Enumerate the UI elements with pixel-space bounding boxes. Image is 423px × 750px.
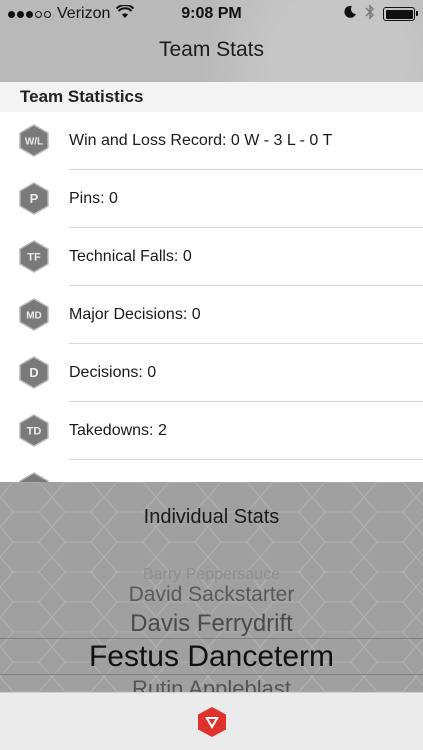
picker-title: Individual Stats [143,506,280,528]
picker-option[interactable]: Rutin Appleblast [0,676,423,692]
status-bar: Verizon 9:08 PM [0,0,423,28]
svg-text:TD: TD [27,426,42,438]
stat-label: Pins: 0 [69,190,118,207]
signal-strength-icon [8,10,51,18]
svg-text:W/L: W/L [25,137,43,148]
page-title: Team Stats [158,38,265,61]
svg-text:P: P [30,191,39,206]
takedowns-badge-icon: TD [19,414,49,447]
stat-label: Win and Loss Record: 0 W - 3 L - 0 T [69,132,333,149]
picker-option[interactable]: Barry Peppersauce [0,566,423,584]
carrier-name: Verizon [57,5,111,22]
stat-label: Takedowns: 2 [69,422,167,439]
stat-row-win-loss: W/L Win and Loss Record: 0 W - 3 L - 0 T [0,112,423,170]
bluetooth-icon [365,3,375,25]
moon-icon [343,5,357,24]
section-header: Team Statistics [0,82,423,112]
stat-row-major-decisions: MD Major Decisions: 0 [0,286,423,344]
picker-option[interactable]: David Sackstarter [0,583,423,607]
stat-row-decisions: D Decisions: 0 [0,344,423,402]
pins-badge-icon: P [19,182,49,215]
wifi-icon [116,3,135,24]
decisions-badge-icon: D [19,356,49,389]
technical-falls-badge-icon: TF [19,240,49,273]
picker-option[interactable]: Davis Ferrydrift [0,610,423,638]
tab-bar [0,692,423,750]
picker-selected-option[interactable]: Festus Danceterm [0,640,423,674]
stat-label: Major Decisions: 0 [69,306,201,323]
stat-label: Decisions: 0 [69,364,157,381]
svg-text:TF: TF [27,252,41,264]
individual-stats-picker[interactable]: Individual Stats Barry Peppersauce David… [0,482,423,692]
picker-selection-line-top [0,638,423,639]
app-logo-icon[interactable] [197,706,227,738]
picker-selection-line-bottom [0,674,423,675]
stat-row-pins: P Pins: 0 [0,170,423,228]
win-loss-badge-icon: W/L [19,124,49,157]
svg-text:MD: MD [26,311,42,322]
stat-row-partial [0,460,423,482]
stat-label: Technical Falls: 0 [69,248,192,265]
major-decisions-badge-icon: MD [19,298,49,331]
stat-row-technical-falls: TF Technical Falls: 0 [0,228,423,286]
partial-badge-icon [19,472,49,482]
stat-row-takedowns: TD Takedowns: 2 [0,402,423,460]
team-stats-list[interactable]: W/L Win and Loss Record: 0 W - 3 L - 0 T… [0,112,423,482]
svg-text:D: D [29,365,38,380]
battery-icon [383,7,418,21]
